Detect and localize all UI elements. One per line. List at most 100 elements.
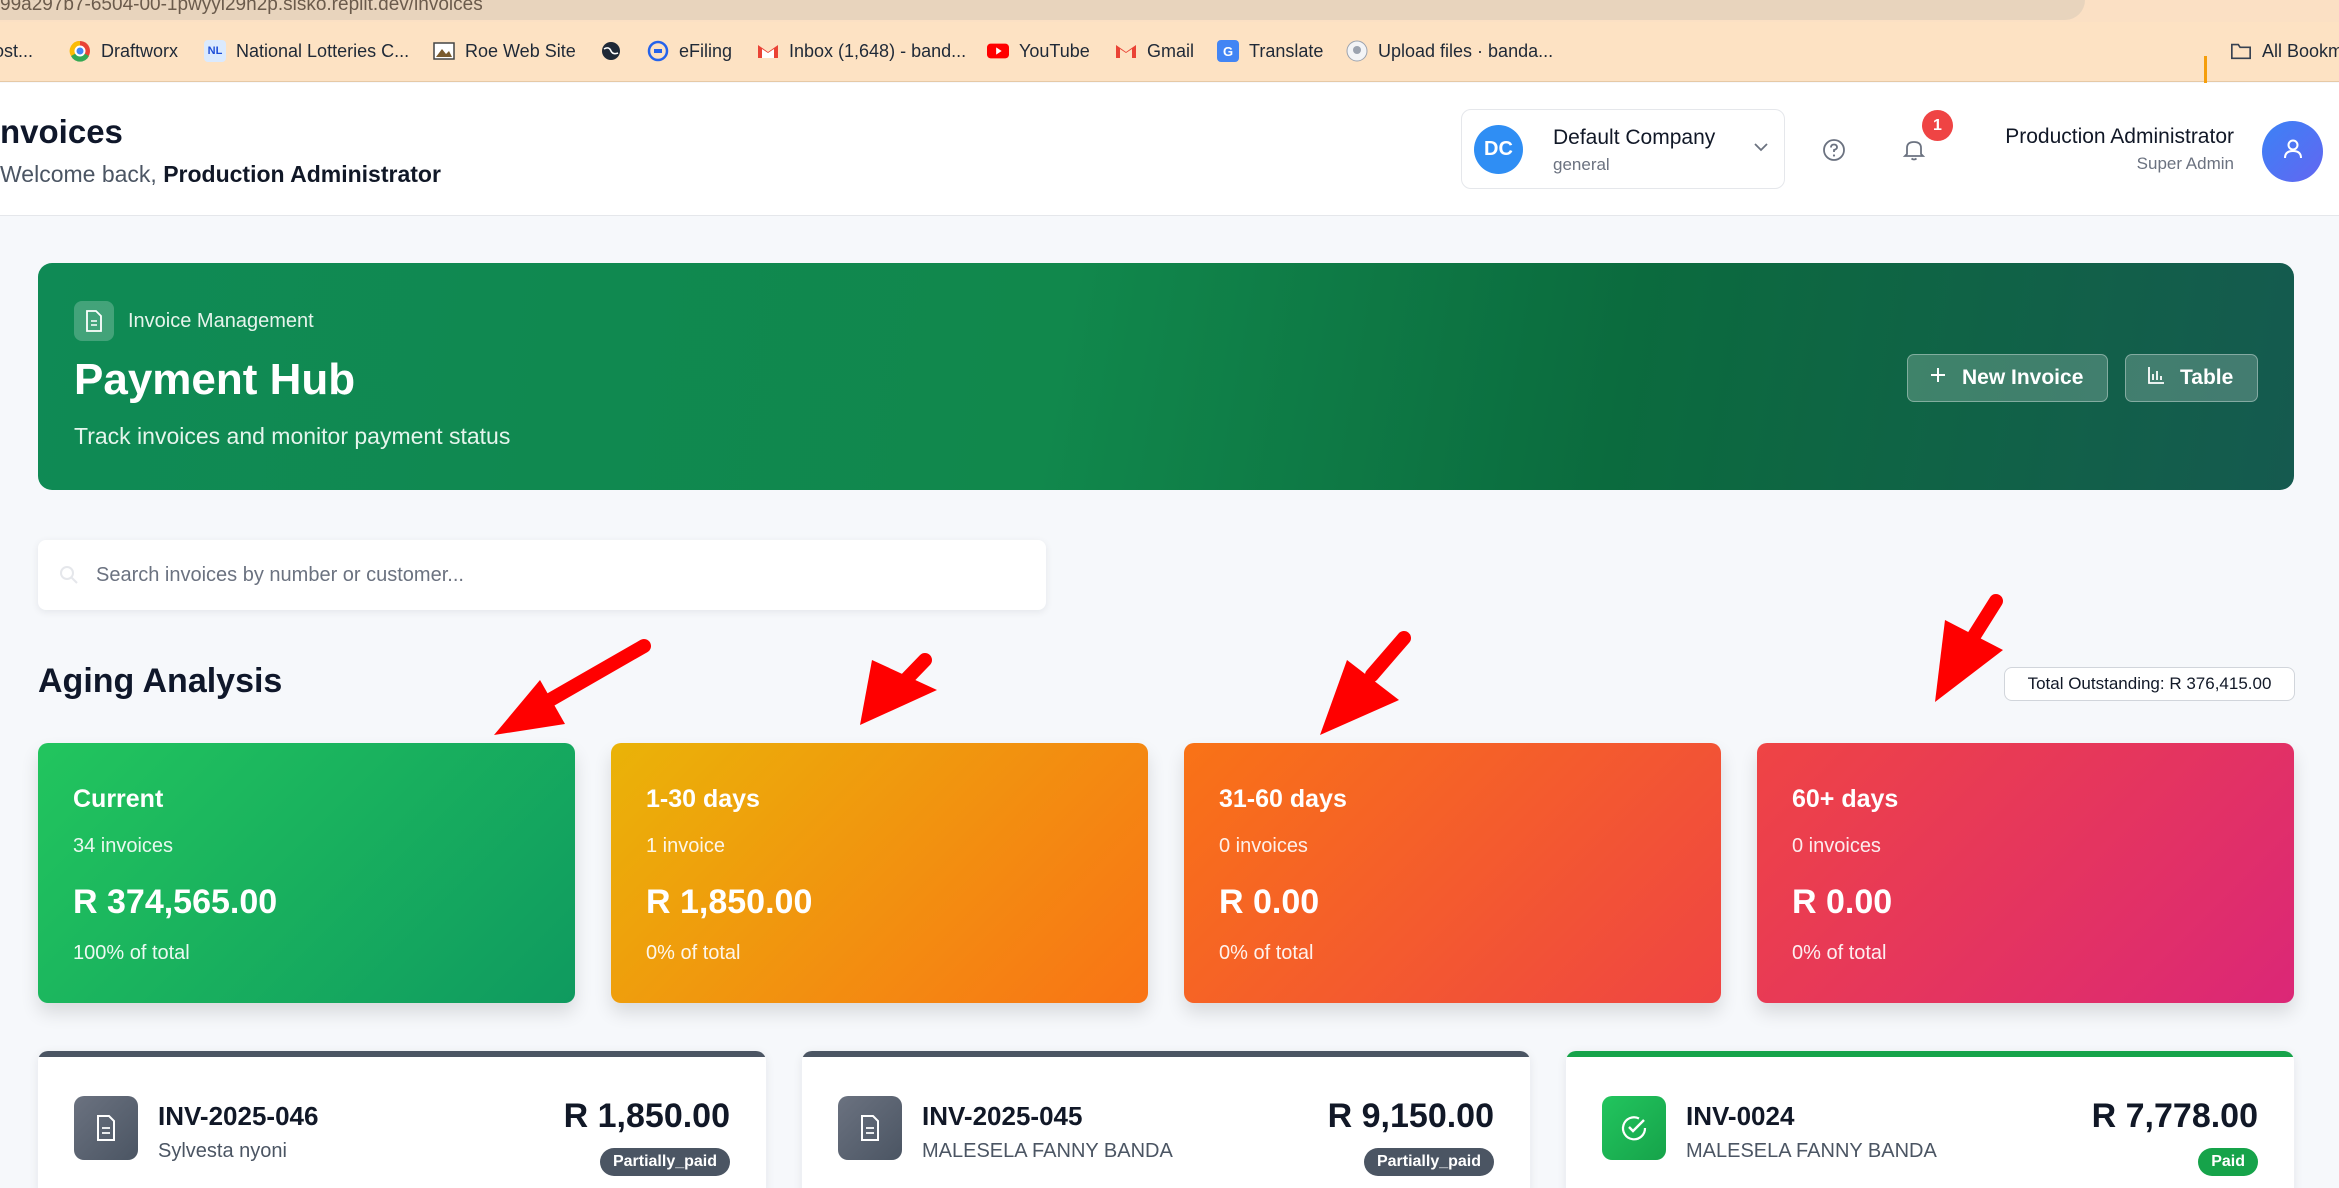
globe-icon	[600, 40, 622, 62]
search-input[interactable]	[96, 556, 1016, 594]
bookmark-gmail[interactable]: Gmail	[1115, 36, 1194, 66]
invoice-card[interactable]: INV-0024 MALESELA FANNY BANDA R 7,778.00…	[1566, 1051, 2294, 1188]
aging-card-percent: 0% of total	[1792, 942, 1887, 964]
company-avatar: DC	[1474, 125, 1523, 174]
app-header: nvoices Welcome back, Production Adminis…	[0, 83, 2339, 216]
translate-icon: G	[1217, 40, 1239, 62]
notifications-button[interactable]	[1898, 133, 1930, 165]
bookmark-label: All Bookm	[2262, 40, 2339, 61]
bookmark-inbox[interactable]: Inbox (1,648) - band...	[757, 36, 966, 66]
gmail-icon	[1115, 40, 1137, 62]
aging-card-31-60-days[interactable]: 31-60 days 0 invoices R 0.00 0% of total	[1184, 743, 1721, 1003]
bookmark-efiling[interactable]: eFiling	[647, 36, 732, 66]
invoice-card-accent	[1566, 1051, 2294, 1057]
new-invoice-label: New Invoice	[1962, 366, 2084, 389]
bookmark-label: National Lotteries C...	[236, 40, 410, 61]
bookmark-label: Upload files · banda...	[1378, 40, 1554, 61]
annotation-arrow	[860, 653, 937, 725]
bookmark-national-lotteries[interactable]: NL National Lotteries C...	[204, 36, 409, 66]
invoice-status-badge: Paid	[2198, 1148, 2258, 1176]
bookmarks-bar: ost... Draftworx NL National Lotteries C…	[0, 22, 2339, 84]
bookmark-label: Draftworx	[101, 40, 179, 61]
search-icon	[58, 564, 80, 586]
aging-card-amount: R 1,850.00	[646, 883, 813, 921]
aging-card-amount: R 374,565.00	[73, 883, 278, 921]
hero-subtitle: Track invoices and monitor payment statu…	[74, 423, 511, 449]
welcome-message: Welcome back, Production Administrator	[0, 161, 441, 188]
hero-tag-label: Invoice Management	[128, 309, 314, 332]
help-button[interactable]	[1819, 135, 1849, 165]
invoice-number: INV-0024	[1686, 1101, 1795, 1131]
page-title: nvoices	[0, 113, 123, 150]
aging-card-title: Current	[73, 785, 164, 813]
browser-address-bar[interactable]: 99a297b7-6504-00-1pwyyl29h2p.sisko.repli…	[0, 0, 2339, 22]
bookmark-youtube[interactable]: YouTube	[987, 36, 1090, 66]
invoice-number: INV-2025-045	[922, 1101, 1083, 1131]
document-icon	[74, 301, 114, 341]
bookmark-translate[interactable]: G Translate	[1217, 36, 1323, 66]
url-pill[interactable]: 99a297b7-6504-00-1pwyyl29h2p.sisko.repli…	[0, 0, 2085, 20]
invoice-amount: R 9,150.00	[1327, 1097, 1494, 1135]
aging-card-amount: R 0.00	[1792, 883, 1893, 921]
aging-card-count: 0 invoices	[1792, 835, 1881, 857]
chevron-down-icon	[1752, 138, 1770, 161]
invoice-customer: MALESELA FANNY BANDA	[922, 1140, 1173, 1162]
welcome-user: Production Administrator	[163, 161, 441, 187]
user-avatar[interactable]	[2262, 121, 2323, 182]
new-invoice-button[interactable]: New Invoice	[1907, 354, 2108, 402]
invoice-number: INV-2025-046	[158, 1101, 319, 1131]
invoice-amount: R 1,850.00	[563, 1097, 730, 1135]
youtube-icon	[987, 40, 1009, 62]
bookmark-label: Inbox (1,648) - band...	[789, 40, 967, 61]
aging-card-60-plus-days[interactable]: 60+ days 0 invoices R 0.00 0% of total	[1757, 743, 2294, 1003]
aging-card-count: 0 invoices	[1219, 835, 1308, 857]
aging-card-title: 31-60 days	[1219, 785, 1347, 813]
invoice-customer: MALESELA FANNY BANDA	[1686, 1140, 1937, 1162]
total-outstanding-badge: Total Outstanding: R 376,415.00	[2004, 667, 2295, 701]
invoice-status-badge: Partially_paid	[1363, 1148, 1494, 1176]
aging-card-count: 34 invoices	[73, 835, 174, 857]
aging-card-count: 1 invoice	[646, 835, 725, 857]
invoice-card-accent	[802, 1051, 1530, 1057]
lotteries-icon: NL	[204, 40, 226, 62]
bell-icon	[1898, 141, 1930, 169]
aging-card-percent: 0% of total	[646, 942, 741, 964]
bookmarks-divider	[2204, 56, 2207, 84]
bookmark-label: Translate	[1249, 40, 1324, 61]
user-name: Production Administrator	[2005, 125, 2234, 148]
bookmark-globe[interactable]	[600, 36, 622, 66]
aging-card-title: 1-30 days	[646, 785, 760, 813]
table-view-button[interactable]: Table	[2125, 354, 2258, 402]
bookmark-upload-files[interactable]: Upload files · banda...	[1346, 36, 1553, 66]
bookmark-item[interactable]: ost...	[0, 36, 33, 66]
invoice-card-accent	[38, 1051, 766, 1057]
bookmark-draftworx[interactable]: Draftworx	[69, 36, 178, 66]
invoice-amount: R 7,778.00	[2091, 1097, 2258, 1135]
bookmark-label: Roe Web Site	[465, 40, 576, 61]
picture-icon	[433, 40, 455, 62]
invoice-search[interactable]	[38, 540, 1046, 610]
invoice-card[interactable]: INV-2025-046 Sylvesta nyoni R 1,850.00 P…	[38, 1051, 766, 1188]
bookmark-label: Gmail	[1147, 40, 1195, 61]
invoice-card[interactable]: INV-2025-045 MALESELA FANNY BANDA R 9,15…	[802, 1051, 1530, 1188]
plus-icon	[1928, 365, 1948, 391]
company-name: Default Company	[1553, 126, 1716, 149]
all-bookmarks[interactable]: All Bookm	[2230, 36, 2339, 66]
invoice-customer: Sylvesta nyoni	[158, 1140, 287, 1162]
efiling-icon	[647, 40, 669, 62]
folder-icon	[2230, 40, 2252, 62]
help-icon	[1819, 139, 1849, 169]
aging-card-current[interactable]: Current 34 invoices R 374,565.00 100% of…	[38, 743, 575, 1003]
annotation-arrow	[494, 639, 651, 735]
aging-analysis-title: Aging Analysis	[38, 662, 283, 700]
table-label: Table	[2180, 366, 2234, 389]
gmail-icon	[757, 40, 779, 62]
company-switcher[interactable]: DC Default Company general	[1461, 109, 1785, 189]
bookmark-roe-web-site[interactable]: Roe Web Site	[433, 36, 576, 66]
user-role: Super Admin	[2136, 154, 2234, 173]
bookmark-label: ost...	[0, 40, 34, 61]
annotation-arrow	[1320, 631, 1411, 735]
bookmark-label: eFiling	[679, 40, 733, 61]
aging-card-1-30-days[interactable]: 1-30 days 1 invoice R 1,850.00 0% of tot…	[611, 743, 1148, 1003]
welcome-prefix: Welcome back,	[0, 161, 164, 187]
